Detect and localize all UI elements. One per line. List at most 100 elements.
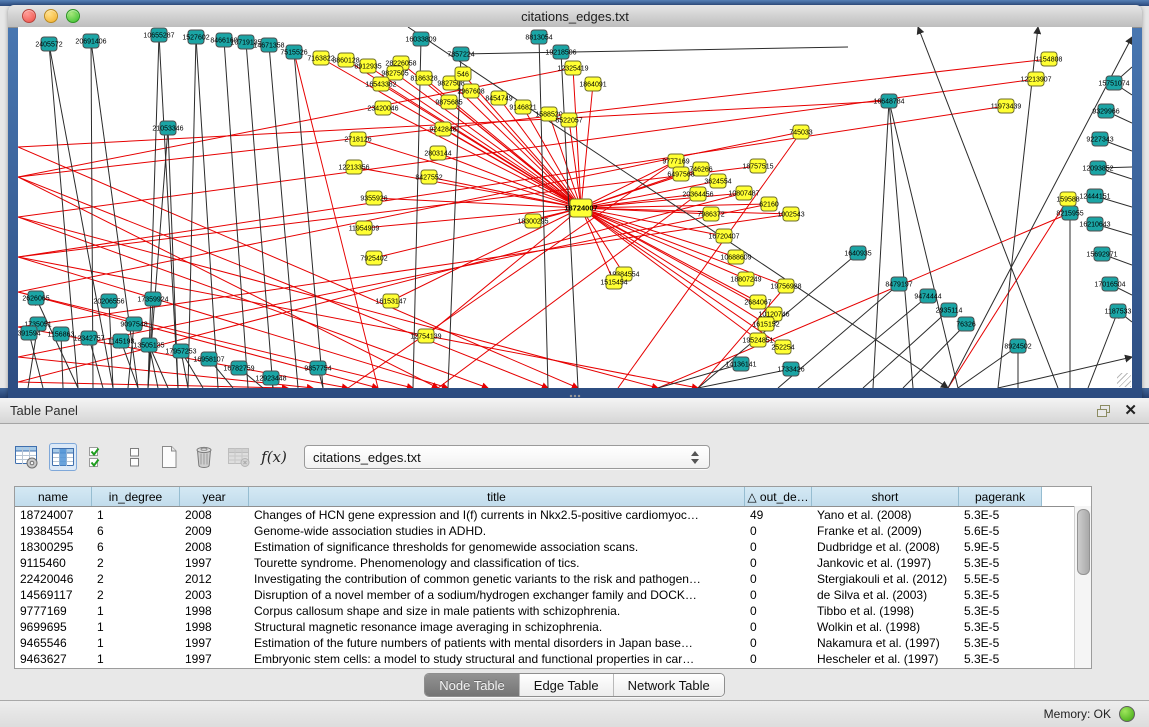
column-checks-icon[interactable]	[86, 444, 112, 470]
graph-node[interactable]: 20691406	[75, 34, 106, 48]
graph-node[interactable]: 16033809	[405, 32, 436, 46]
graph-edge[interactable]	[381, 84, 581, 208]
graph-node[interactable]: 19524851	[742, 333, 773, 347]
graph-node[interactable]: 76326	[956, 317, 976, 331]
graph-node[interactable]: 14136141	[725, 357, 756, 371]
graph-edge[interactable]	[863, 310, 949, 388]
graph-node[interactable]: 17016504	[1094, 277, 1125, 291]
graph-node[interactable]: 20364456	[682, 187, 713, 201]
graph-edge[interactable]	[18, 193, 744, 382]
memory-ok-indicator[interactable]	[1119, 706, 1135, 722]
window-resize-grip[interactable]	[1117, 373, 1131, 387]
graph-node[interactable]: 9146821	[509, 100, 536, 114]
graph-node[interactable]: 8454749	[485, 91, 512, 105]
graph-node[interactable]: 1640935	[844, 246, 871, 260]
column-header-year[interactable]: year	[180, 487, 249, 506]
graph-node[interactable]: 1187533	[1105, 304, 1132, 318]
graph-edge[interactable]	[889, 101, 913, 388]
graph-node[interactable]: 16210643	[1079, 217, 1110, 231]
graph-edge[interactable]	[948, 37, 1132, 388]
graph-node[interactable]: 19756928	[770, 279, 801, 293]
graph-node[interactable]: 2626065	[22, 291, 49, 305]
graph-node[interactable]: 2405572	[35, 37, 62, 51]
graph-node[interactable]: 9474444	[914, 289, 941, 303]
graph-edge[interactable]	[29, 333, 43, 388]
graph-node[interactable]: 10688609	[720, 250, 751, 264]
graph-node[interactable]: 8186328	[410, 71, 437, 85]
graph-node[interactable]: 11973439	[991, 99, 1022, 113]
column-header-name[interactable]: name	[15, 487, 92, 506]
graph-node[interactable]: 2718126	[344, 132, 371, 146]
graph-edge[interactable]	[61, 334, 63, 388]
delete-icon[interactable]	[191, 444, 217, 470]
graph-node[interactable]: 12093852	[1082, 161, 1113, 175]
column-header-title[interactable]: title	[249, 487, 745, 506]
graph-node[interactable]: 8924502	[1004, 339, 1031, 353]
graph-edge[interactable]	[873, 101, 889, 388]
graph-node[interactable]: 12213356	[338, 160, 369, 174]
graph-node[interactable]: 15692971	[1086, 247, 1117, 261]
graph-edge[interactable]	[374, 198, 581, 208]
graph-node[interactable]: 546	[455, 67, 471, 81]
graph-node[interactable]: 1154808	[1036, 52, 1063, 66]
graph-node[interactable]: 8215955	[1056, 206, 1083, 220]
graph-node[interactable]: 12444151	[1079, 189, 1110, 203]
graph-edge[interactable]	[581, 208, 766, 324]
graph-edge[interactable]	[18, 177, 438, 388]
graph-node[interactable]: 10807487	[728, 186, 759, 200]
graph-node[interactable]: 8813054	[525, 30, 552, 44]
rows-icon[interactable]	[121, 444, 147, 470]
graph-node[interactable]: 1864091	[579, 77, 606, 91]
graph-node[interactable]: 18757515	[742, 159, 773, 173]
graph-edge[interactable]	[224, 40, 248, 388]
float-panel-icon[interactable]	[1096, 404, 1112, 418]
graph-node[interactable]: 1156863	[48, 327, 75, 341]
function-icon[interactable]: f(x)	[261, 444, 287, 470]
graph-edge[interactable]	[148, 35, 159, 388]
graph-node[interactable]: 16648784	[873, 94, 904, 108]
table-row[interactable]: 946362711997Embryonic stem cells: a mode…	[15, 651, 1091, 667]
graph-edge[interactable]	[438, 153, 581, 208]
graph-node[interactable]: 9355926	[360, 191, 387, 205]
graph-node[interactable]: 12213907	[1020, 72, 1051, 86]
graph-node[interactable]: 7925402	[360, 251, 387, 265]
graph-node[interactable]: 17359924	[137, 292, 168, 306]
graph-node[interactable]: 7857224	[447, 47, 474, 61]
graph-node[interactable]: 159588	[1056, 192, 1079, 206]
graph-node[interactable]: 8479197	[885, 277, 912, 291]
close-panel-icon[interactable]: ✕	[1124, 404, 1137, 418]
graph-edge[interactable]	[18, 147, 578, 388]
graph-node[interactable]: 2935114	[936, 303, 963, 317]
table-row[interactable]: 946554611997Estimation of the future num…	[15, 635, 1091, 651]
new-document-icon[interactable]	[156, 444, 182, 470]
column-header-short[interactable]: short	[812, 487, 959, 506]
graph-node[interactable]: 1002543	[777, 207, 804, 221]
table-scrollbar-thumb[interactable]	[1077, 509, 1090, 575]
graph-node[interactable]: 17957253	[165, 344, 196, 358]
tab-network-table[interactable]: Network Table	[613, 674, 724, 696]
graph-node[interactable]: 12754139	[410, 329, 441, 343]
table-row[interactable]: 1938455462009Genome-wide association stu…	[15, 523, 1091, 539]
table-scrollbar[interactable]	[1074, 506, 1091, 668]
graph-node[interactable]: 3624554	[704, 174, 731, 188]
graph-node[interactable]: 1527602	[182, 30, 209, 44]
table-settings-icon[interactable]	[14, 444, 40, 470]
graph-edge[interactable]	[408, 27, 948, 388]
graph-node[interactable]: 21053346	[152, 121, 183, 135]
graph-edge[interactable]	[539, 37, 548, 388]
graph-node[interactable]: 1733426	[777, 362, 804, 376]
network-file-select[interactable]: citations_edges.txt	[304, 445, 710, 469]
table-row[interactable]: 1456911722003Disruption of a novel membe…	[15, 587, 1091, 603]
tab-edge-table[interactable]: Edge Table	[519, 674, 613, 696]
graph-edge[interactable]	[18, 214, 791, 327]
table-row[interactable]: 969969511998Structural magnetic resonanc…	[15, 619, 1091, 635]
graph-node[interactable]: 7163822	[307, 51, 334, 65]
graph-edge[interactable]	[269, 45, 298, 388]
tab-node-table[interactable]: Node Table	[425, 674, 519, 696]
window-titlebar[interactable]: citations_edges.txt	[8, 5, 1142, 28]
import-table-icon[interactable]	[226, 444, 252, 470]
graph-edge[interactable]	[246, 42, 273, 388]
graph-node[interactable]: 391594	[18, 326, 41, 340]
graph-edge[interactable]	[581, 84, 593, 208]
graph-edge[interactable]	[889, 101, 958, 388]
